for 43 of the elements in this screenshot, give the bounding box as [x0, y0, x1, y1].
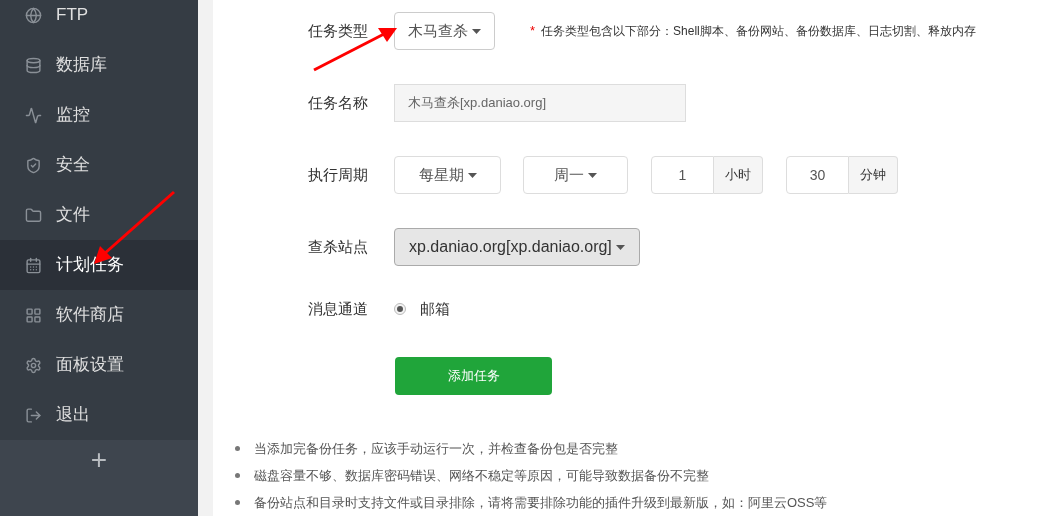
minute-input[interactable]: 30: [786, 156, 849, 194]
sidebar-item[interactable]: 数据库: [0, 40, 198, 90]
radio-label: 邮箱: [420, 298, 450, 319]
unit-label: 分钟: [849, 156, 898, 194]
calendar-icon: [25, 256, 42, 274]
sidebar-item[interactable]: 安全: [0, 140, 198, 190]
sidebar-item[interactable]: FTP: [0, 0, 198, 40]
field-label: 查杀站点: [308, 236, 369, 257]
hour-input[interactable]: 1: [651, 156, 714, 194]
task-name-input[interactable]: 木马查杀[xp.daniao.org]: [394, 84, 686, 122]
field-label: 执行周期: [308, 164, 369, 185]
note-text: 备份站点和目录时支持文件或目录排除，请将需要排除功能的插件升级到最新版，如：阿里云OSS等: [254, 493, 828, 512]
weekday-dropdown[interactable]: 周一: [523, 156, 628, 194]
globe-icon: [25, 6, 42, 24]
sidebar-item[interactable]: 软件商店: [0, 290, 198, 340]
period-dropdown[interactable]: 每星期: [394, 156, 501, 194]
sidebar-item[interactable]: 面板设置: [0, 340, 198, 390]
sidebar-item[interactable]: 文件: [0, 190, 198, 240]
field-label: 任务类型: [308, 20, 369, 41]
settings-icon: [25, 356, 42, 374]
note-text: 当添加完备份任务，应该手动运行一次，并检查备份包是否完整: [254, 439, 618, 458]
field-label: 任务名称: [308, 92, 369, 113]
grid-icon: [25, 306, 42, 324]
shield-icon: [25, 156, 42, 174]
add-button[interactable]: +: [82, 442, 116, 478]
sidebar-item[interactable]: 监控: [0, 90, 198, 140]
chart-icon: [25, 106, 42, 124]
hint-text: 任务类型包含以下部分：Shell脚本、备份网站、备份数据库、日志切割、释放内存: [541, 23, 976, 40]
exit-icon: [25, 406, 42, 424]
caret-icon: [588, 172, 597, 178]
folder-icon: [25, 206, 42, 224]
unit-label: 小时: [714, 156, 763, 194]
database-icon: [25, 56, 42, 74]
caret-icon: [472, 28, 481, 34]
field-label: 消息通道: [308, 298, 369, 319]
note-text: 磁盘容量不够、数据库密码错误、网络不稳定等原因，可能导致数据备份不完整: [254, 466, 709, 485]
site-dropdown[interactable]: xp.daniao.org[xp.daniao.org]: [394, 228, 640, 266]
caret-icon: [467, 172, 477, 178]
required-mark: *: [530, 22, 536, 41]
sidebar-item[interactable]: 退出: [0, 390, 198, 440]
radio-button[interactable]: [394, 303, 406, 315]
task-type-dropdown[interactable]: 木马查杀: [394, 12, 495, 50]
caret-icon: [615, 244, 625, 250]
